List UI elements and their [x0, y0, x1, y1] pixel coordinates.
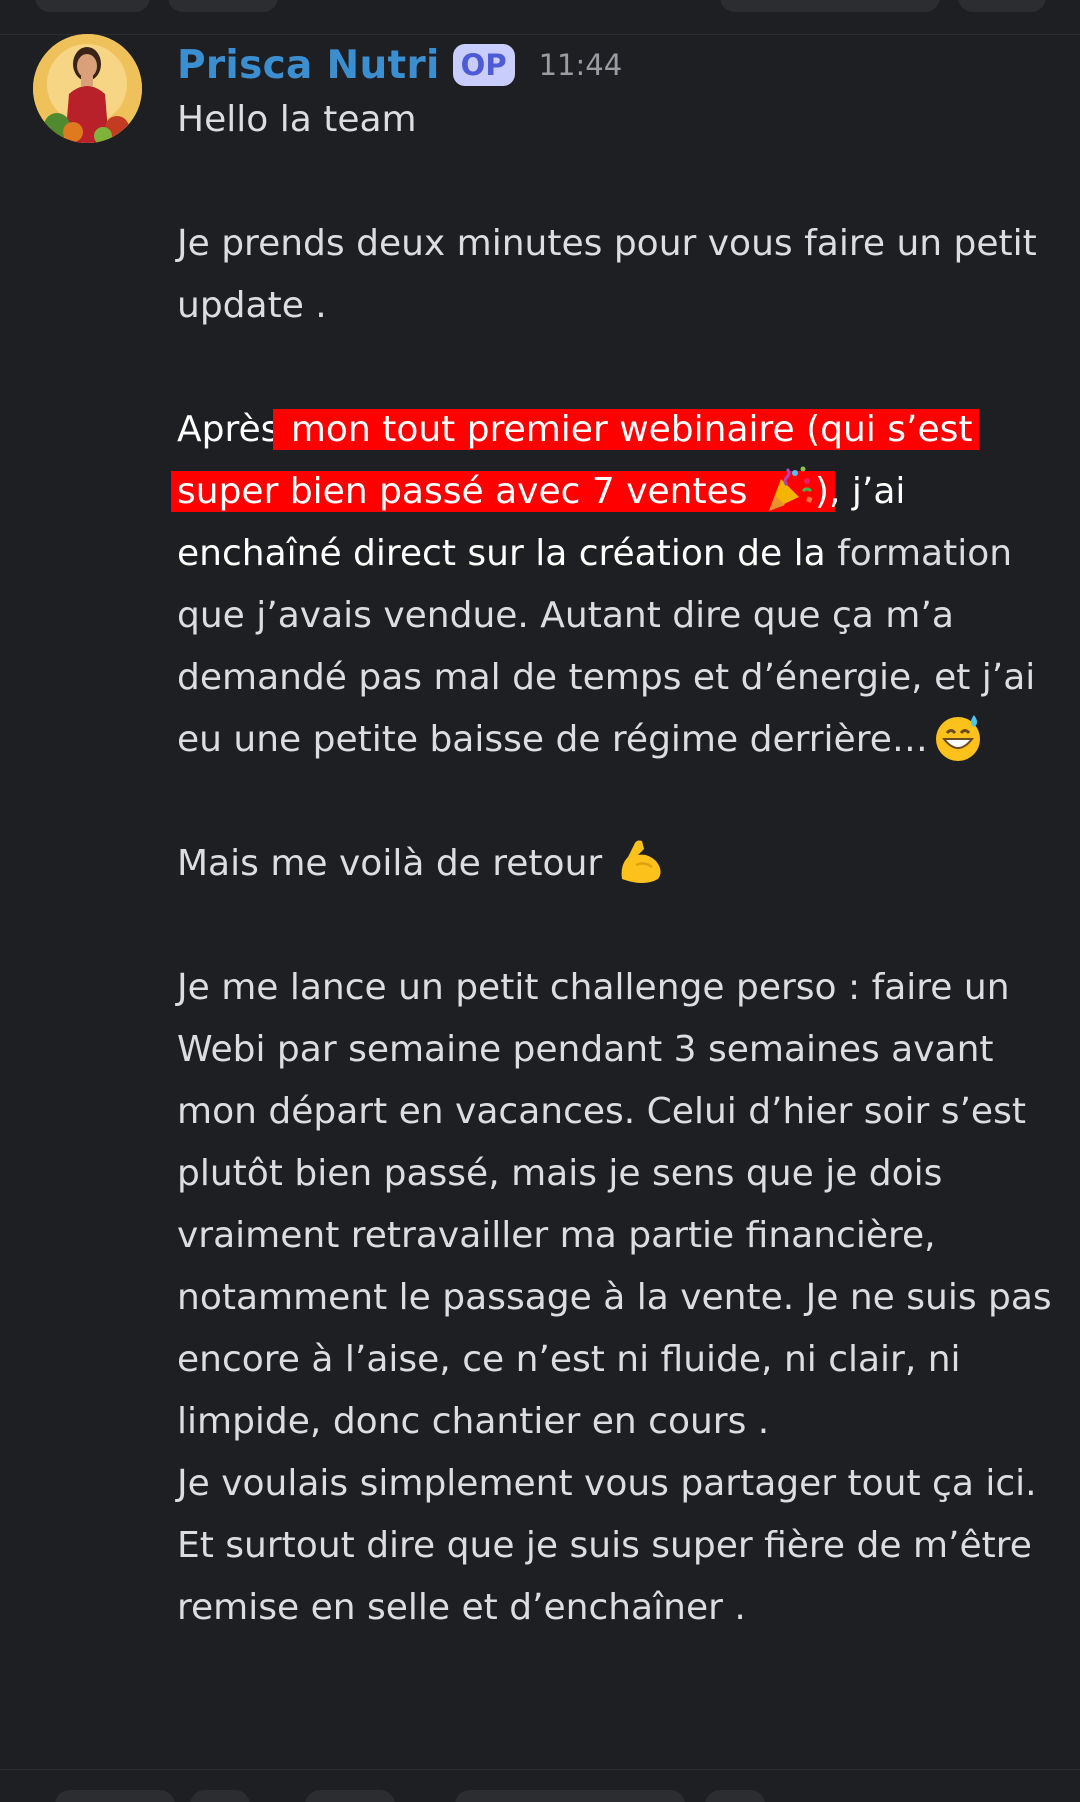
highlighted-text-end: ) [814, 471, 829, 512]
avatar[interactable] [33, 34, 142, 143]
message-content: Hello la team Je prends deux minutes pou… [177, 89, 1057, 1639]
chat-screen: Prisca Nutri OP 11:44 Hello la team Je p… [0, 0, 1080, 1802]
top-button-partial[interactable] [720, 0, 940, 12]
top-button-partial[interactable] [35, 0, 150, 12]
bottom-button-partial[interactable] [190, 1790, 250, 1802]
message-paragraph: Je prends deux minutes pour vous faire u… [177, 223, 1037, 326]
text-retour: Mais me voilà de retour [177, 843, 603, 884]
party-popper-icon [768, 466, 813, 511]
message-header: Prisca Nutri OP 11:44 [177, 34, 1057, 96]
bottom-toolbar-edge [0, 1769, 1080, 1802]
top-button-partial[interactable] [958, 0, 1046, 12]
avatar-image [33, 34, 142, 143]
message-paragraph: Hello la team [177, 99, 417, 140]
top-button-partial[interactable] [168, 0, 278, 12]
bottom-button-partial[interactable] [55, 1790, 175, 1802]
op-badge: OP [452, 44, 515, 86]
message-timestamp: 11:44 [538, 48, 623, 82]
message-paragraph: Mais me voilà de retour [177, 833, 1057, 895]
message-paragraph: Après mon tout premier webinaire (qui s’… [177, 399, 1057, 771]
author-name[interactable]: Prisca Nutri [177, 43, 440, 88]
flexed-biceps-icon [621, 840, 661, 883]
message-body: Prisca Nutri OP 11:44 Hello la team Je p… [177, 34, 1057, 1639]
bottom-button-partial[interactable] [455, 1790, 685, 1802]
top-toolbar-edge [0, 0, 1080, 35]
message-paragraph: Je voulais simplement vous partager tout… [177, 1463, 1037, 1628]
message-paragraph: Je me lance un petit challenge perso : f… [177, 967, 1052, 1442]
grinning-sweat-icon [935, 715, 980, 761]
bottom-button-partial[interactable] [305, 1790, 395, 1802]
text-apres: Après [177, 409, 280, 450]
bottom-button-partial[interactable] [705, 1790, 765, 1802]
